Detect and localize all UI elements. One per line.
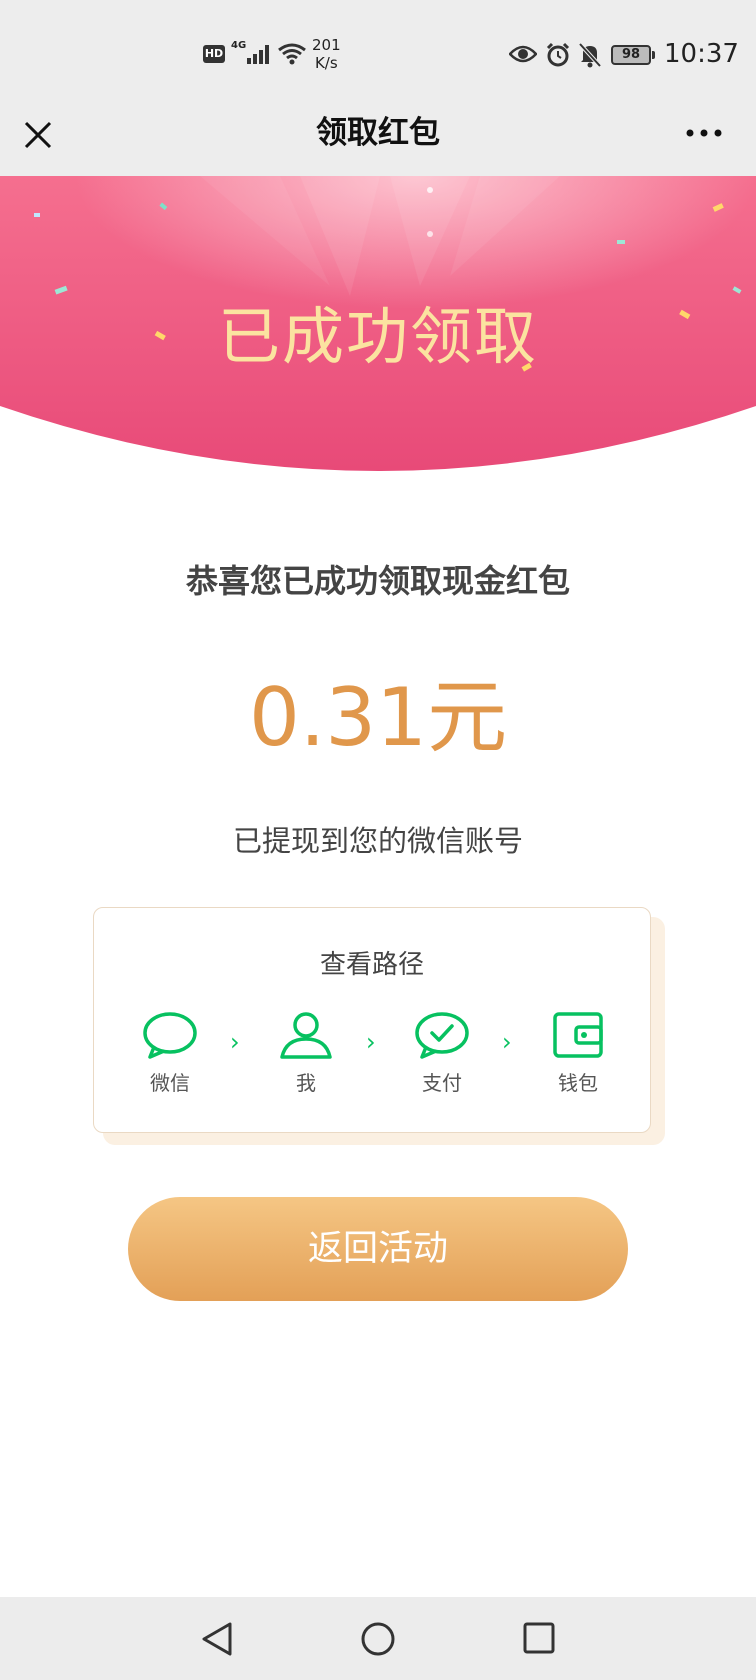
signal-icon <box>246 44 272 68</box>
chevron-right-icon: › <box>230 1028 240 1056</box>
network-speed-value: 201 <box>312 36 341 54</box>
nav-bar: 领取红包 <box>0 113 756 176</box>
check-bubble-icon <box>415 1012 469 1059</box>
congrats-text: 恭喜您已成功领取现金红包 <box>185 562 570 600</box>
back-to-activity-button[interactable]: 返回活动 <box>128 1197 628 1301</box>
back-triangle-icon[interactable] <box>200 1621 234 1661</box>
step-label-me: 我 <box>296 1071 316 1095</box>
status-bar: HD 4G 201 K/s 98 10:37 <box>0 0 756 113</box>
network-speed: 201 K/s <box>312 36 341 72</box>
alarm-icon <box>545 42 571 72</box>
wallet-icon <box>553 1012 603 1058</box>
home-circle-icon[interactable] <box>360 1621 396 1661</box>
success-banner: 已成功领取 <box>0 176 756 472</box>
more-icon[interactable] <box>684 117 724 149</box>
user-icon <box>280 1012 332 1059</box>
step-label-pay: 支付 <box>422 1071 462 1095</box>
hd-indicator: HD <box>203 45 225 63</box>
chevron-right-icon: › <box>366 1028 376 1056</box>
path-card: 查看路径 微信 › 我 › 支付 › 钱包 <box>93 907 651 1133</box>
network-type: 4G <box>231 40 247 51</box>
step-pay: 支付 <box>402 1011 482 1096</box>
chevron-right-icon: › <box>502 1028 512 1056</box>
eye-icon <box>508 44 538 68</box>
banner-title: 已成功领取 <box>217 300 538 373</box>
step-me: 我 <box>266 1011 346 1096</box>
step-wechat: 微信 <box>130 1011 210 1096</box>
recents-square-icon[interactable] <box>522 1621 556 1659</box>
network-speed-unit: K/s <box>314 54 338 72</box>
step-label-wallet: 钱包 <box>558 1071 598 1095</box>
system-nav-bar <box>0 1597 756 1680</box>
battery-level: 98 <box>621 47 641 62</box>
path-card-title: 查看路径 <box>319 950 424 980</box>
step-wallet: 钱包 <box>538 1011 618 1096</box>
amount-value: 0.31元 <box>248 671 508 764</box>
wifi-icon <box>277 43 307 69</box>
step-label-wechat: 微信 <box>150 1071 190 1095</box>
withdraw-note: 已提现到您的微信账号 <box>232 824 523 858</box>
clock: 10:37 <box>664 39 739 69</box>
page-title: 领取红包 <box>316 115 440 151</box>
battery-icon: 98 <box>611 45 655 65</box>
chat-bubble-icon <box>143 1012 197 1059</box>
bell-muted-icon <box>578 42 602 72</box>
